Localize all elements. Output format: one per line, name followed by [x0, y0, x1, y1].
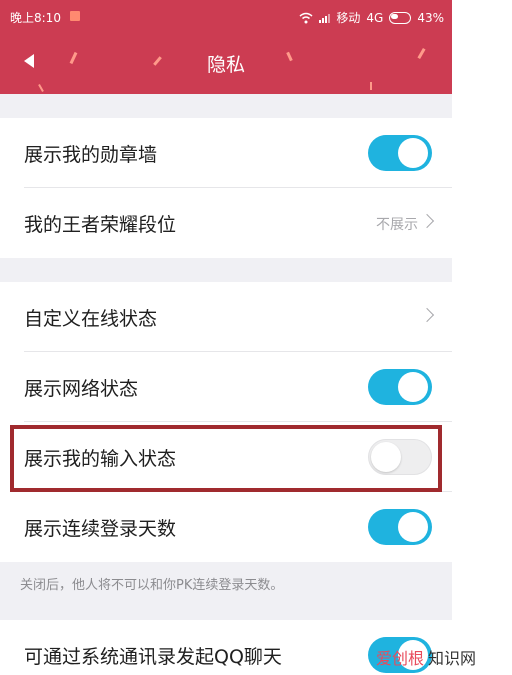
toggle-knob: [371, 442, 401, 472]
toggle-knob: [398, 372, 428, 402]
medal-wall-toggle[interactable]: [368, 135, 432, 171]
recording-icon: [70, 11, 80, 21]
status-bar: 晚上8:10 移动 4G 43%: [0, 0, 452, 34]
row-value: 不展示: [376, 217, 418, 233]
battery-label: 43%: [417, 10, 444, 25]
row-label: 展示我的输入状态: [24, 448, 177, 470]
network-label: 4G: [366, 10, 384, 25]
watermark-logo: 爱创根: [376, 649, 425, 668]
row-label: 我的王者荣耀段位: [24, 214, 177, 236]
confetti-decoration: [370, 82, 372, 90]
watermark-text: 知识网: [428, 649, 477, 668]
battery-icon: [389, 11, 412, 24]
typing-status-toggle[interactable]: [368, 439, 432, 475]
title-bar: 隐私: [0, 34, 452, 94]
carrier-label: 移动: [336, 11, 361, 25]
status-time: 晚上8:10: [10, 11, 61, 25]
setting-row-honor-rank[interactable]: 我的王者荣耀段位 不展示: [0, 188, 452, 258]
row-label: 展示连续登录天数: [24, 518, 177, 540]
toggle-knob: [398, 138, 428, 168]
login-days-toggle[interactable]: [368, 509, 432, 545]
chevron-right-icon: [419, 213, 435, 229]
row-label: 展示网络状态: [24, 378, 139, 400]
row-label: 自定义在线状态: [24, 308, 158, 330]
page-title: 隐私: [206, 54, 245, 76]
watermark: 爱创根 知识网: [376, 645, 476, 669]
setting-row-custom-online-status[interactable]: 自定义在线状态: [0, 282, 452, 352]
phone-screen: 晚上8:10 移动 4G 43% 隐私 展示我的勋章墙 我的王者荣耀段位 不展示…: [0, 0, 452, 675]
setting-row-medal-wall: 展示我的勋章墙: [0, 118, 452, 188]
setting-row-login-days: 展示连续登录天数: [0, 492, 452, 562]
row-label: 展示我的勋章墙: [24, 144, 158, 166]
network-status-toggle[interactable]: [368, 369, 432, 405]
section-footnote: 关闭后，他人将不可以和你PK连续登录天数。: [20, 578, 284, 593]
setting-row-network-status: 展示网络状态: [0, 352, 452, 422]
signal-icon: [319, 13, 331, 23]
confetti-decoration: [38, 84, 44, 92]
chevron-right-icon: [419, 307, 435, 323]
wifi-icon: [299, 12, 313, 23]
setting-row-typing-status: 展示我的输入状态: [0, 422, 452, 492]
status-right: 移动 4G 43%: [299, 9, 444, 26]
toggle-knob: [398, 512, 428, 542]
row-label: 可通过系统通讯录发起QQ聊天: [24, 646, 282, 668]
